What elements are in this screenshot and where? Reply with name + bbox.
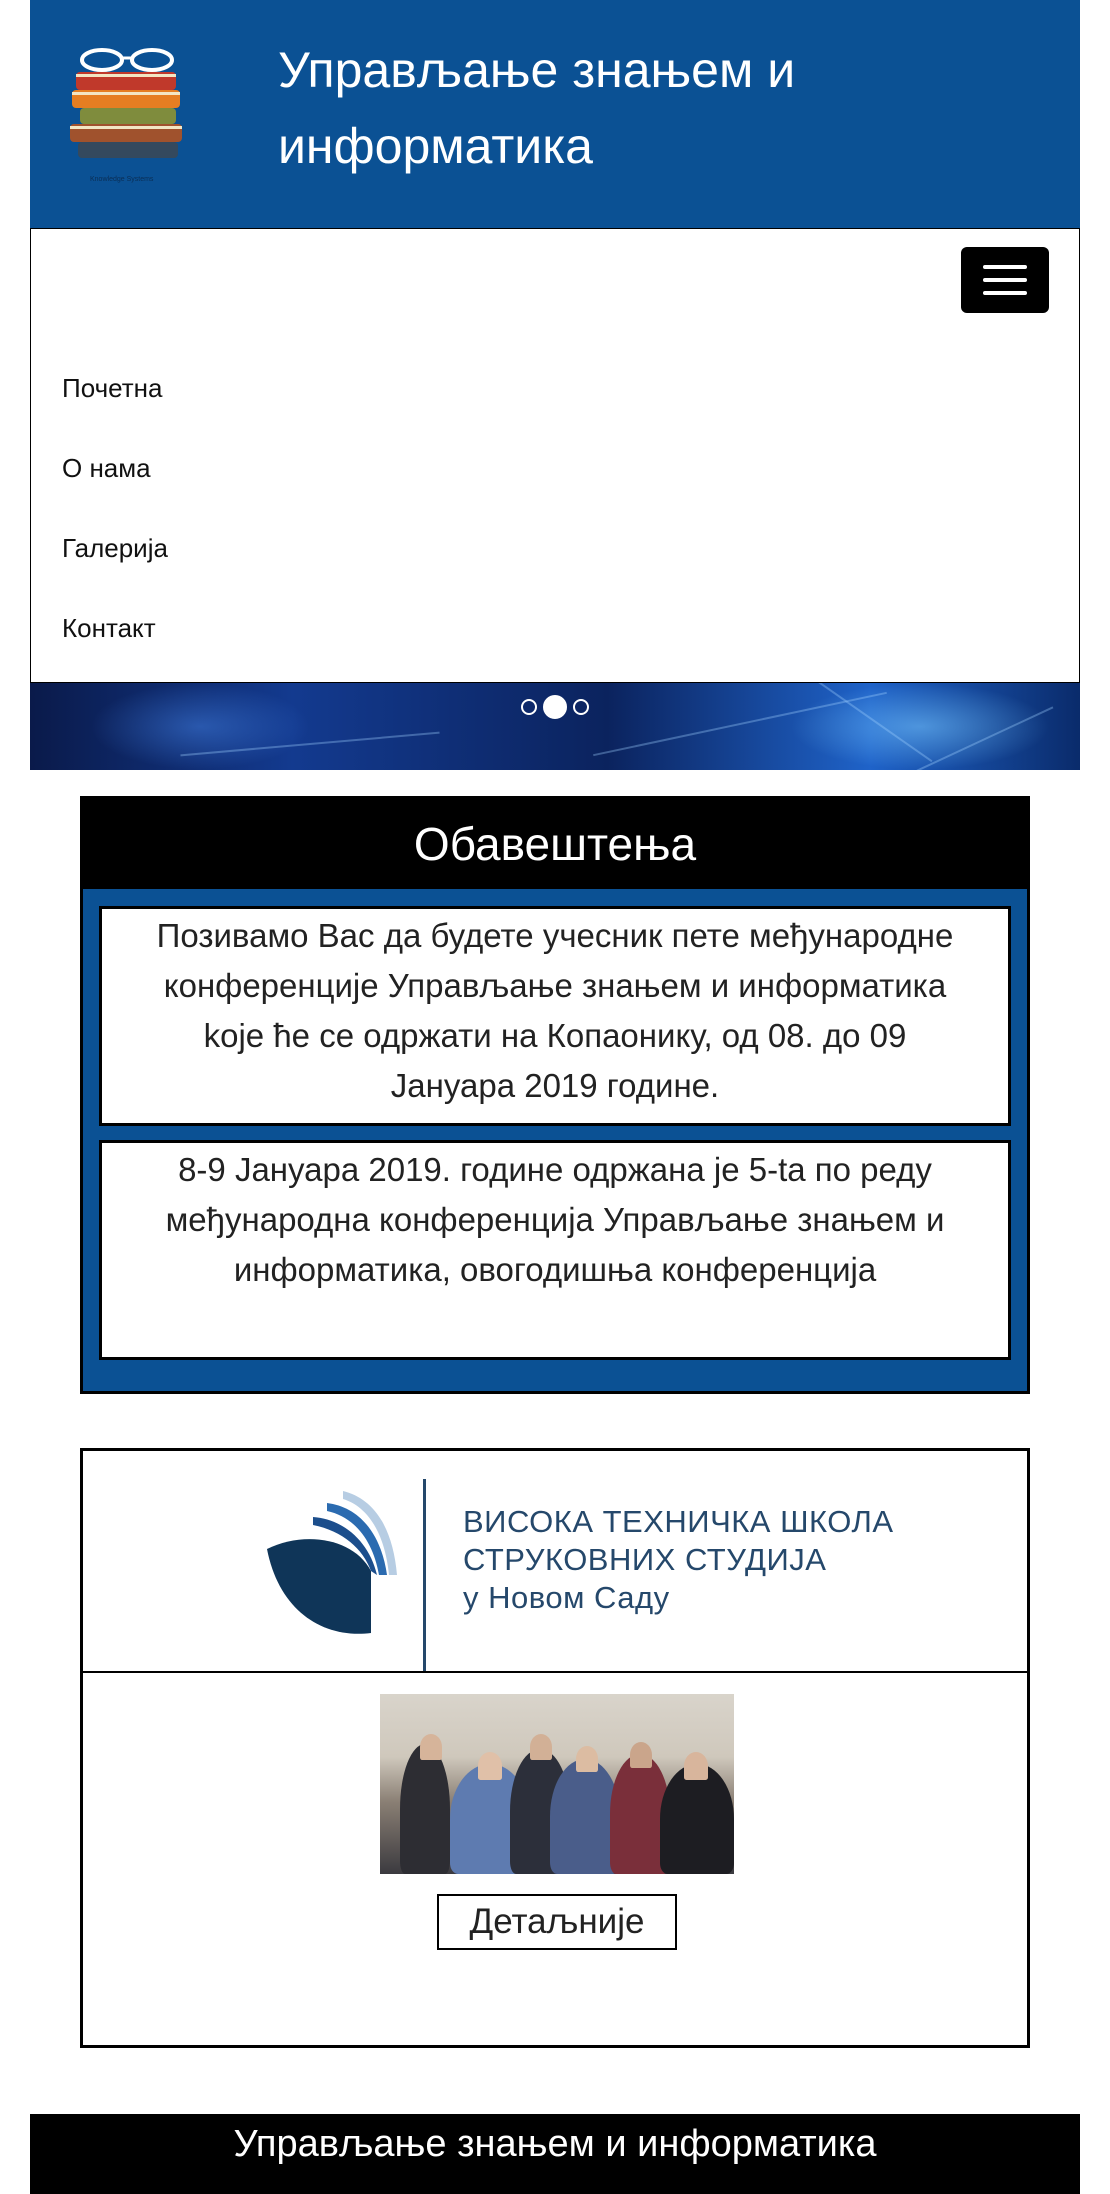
notices-title: Обавештења [83,799,1027,889]
school-logo-area: ВИСОКА ТЕХНИЧКА ШКОЛА СТРУКОВНИХ СТУДИЈА… [83,1451,1027,1673]
hero-carousel[interactable] [30,683,1080,770]
navbar [30,228,1080,332]
notice-item-1[interactable]: Позивамо Вас да будете учесник пете међу… [99,906,1011,1126]
nav-item-home[interactable]: Почетна [62,371,162,405]
notice-item-2[interactable]: 8-9 Јануара 2019. године одржана је 5-ta… [99,1140,1011,1360]
notices-panel: Обавештења Позивамо Вас да будете учесни… [80,796,1030,1394]
books-logo-icon[interactable]: Knowledge Systems [52,48,202,190]
carousel-indicator-1[interactable] [521,699,537,715]
carousel-indicators [30,695,1080,719]
site-footer: Управљање знањем и информатика [30,2114,1080,2194]
nav-item-about[interactable]: О нама [62,451,151,485]
school-card: ВИСОКА ТЕХНИЧКА ШКОЛА СТРУКОВНИХ СТУДИЈА… [80,1448,1030,2048]
site-title[interactable]: Управљање знањем и информатика [278,32,1038,184]
carousel-indicator-2[interactable] [543,695,567,719]
school-name-line-1: ВИСОКА ТЕХНИЧКА ШКОЛА [463,1504,894,1539]
carousel-indicator-3[interactable] [573,699,589,715]
details-button[interactable]: Детаљније [437,1894,677,1950]
nav-menu: Почетна О нама Галерија Контакт [30,331,1080,683]
school-name-line-3: у Новом Саду [463,1580,670,1615]
nav-item-gallery[interactable]: Галерија [62,531,168,565]
footer-title: Управљање знањем и информатика [233,2123,877,2165]
site-header: Knowledge Systems Управљање знањем и инф… [30,0,1080,228]
conference-photo[interactable] [380,1694,734,1874]
school-name-line-2: СТРУКОВНИХ СТУДИЈА [463,1542,827,1577]
hamburger-menu-icon[interactable] [961,247,1049,313]
nav-item-contact[interactable]: Контакт [62,611,156,645]
vts-logo-icon [267,1479,426,1671]
logo-caption: Knowledge Systems [90,176,154,183]
